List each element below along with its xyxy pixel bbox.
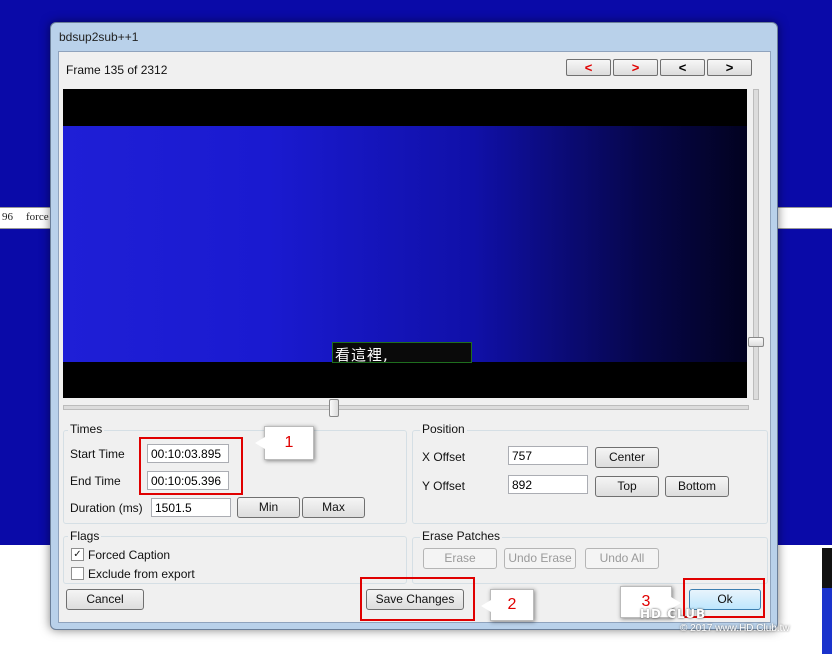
start-time-label: Start Time [70, 447, 125, 461]
undo-all-button[interactable]: Undo All [585, 548, 659, 569]
background-row-number: 96 [2, 211, 13, 223]
forced-caption-label: Forced Caption [88, 548, 171, 562]
preview-background [63, 126, 747, 362]
subtitle-text: 看這裡, [335, 346, 389, 364]
watermark-text: © 2017 www.HD.Club.tw [680, 623, 790, 634]
x-offset-field[interactable] [508, 446, 588, 465]
window-title: bdsup2sub++1 [59, 30, 139, 44]
watermark-logo: HD CLUB [640, 607, 707, 621]
forced-caption-checkbox[interactable]: ✓ [71, 548, 84, 561]
frame-label: Frame 135 of 2312 [66, 63, 168, 77]
background-row-text: force [26, 211, 49, 223]
top-button[interactable]: Top [595, 476, 659, 497]
vertical-position-slider[interactable] [753, 89, 759, 400]
y-offset-field[interactable] [508, 475, 588, 494]
position-group-label: Position [420, 422, 467, 436]
callout-1: 1 [255, 426, 314, 460]
cancel-button[interactable]: Cancel [66, 589, 144, 610]
title-bar[interactable]: bdsup2sub++1 [51, 23, 777, 51]
subtitle-bitmap: 看這裡, [332, 342, 472, 364]
duration-field[interactable] [151, 498, 231, 517]
save-changes-highlight-box [360, 577, 475, 621]
exclude-export-label: Exclude from export [88, 567, 195, 581]
vertical-slider-thumb[interactable] [748, 337, 764, 347]
x-offset-label: X Offset [422, 450, 466, 464]
prev-frame-button[interactable]: < [660, 59, 705, 76]
undo-erase-button[interactable]: Undo Erase [504, 548, 576, 569]
times-highlight-box [139, 437, 243, 495]
min-duration-button[interactable]: Min [237, 497, 300, 518]
times-group-label: Times [68, 422, 105, 436]
end-time-label: End Time [70, 474, 121, 488]
erase-button[interactable]: Erase [423, 548, 497, 569]
subtitle-preview: 看這裡, [63, 89, 747, 398]
next-frame-button[interactable]: > [707, 59, 752, 76]
prev-subtitle-button[interactable]: < [566, 59, 611, 76]
flags-group-label: Flags [68, 529, 102, 543]
background-edge [822, 588, 832, 654]
background-scrollbar [822, 548, 832, 588]
edit-dialog-window: bdsup2sub++1 Frame 135 of 2312 < > < > 看… [50, 22, 778, 630]
horizontal-position-slider[interactable] [63, 405, 749, 410]
bottom-button[interactable]: Bottom [665, 476, 729, 497]
next-subtitle-button[interactable]: > [613, 59, 658, 76]
duration-label: Duration (ms) [70, 501, 143, 515]
center-button[interactable]: Center [595, 447, 659, 468]
y-offset-label: Y Offset [422, 479, 465, 493]
erase-patches-group-label: Erase Patches [420, 529, 503, 543]
horizontal-slider-thumb[interactable] [329, 399, 339, 417]
dialog-client-area: Frame 135 of 2312 < > < > 看這裡, Times Sta… [58, 51, 771, 623]
callout-2: 2 [481, 589, 534, 621]
max-duration-button[interactable]: Max [302, 497, 365, 518]
exclude-export-checkbox[interactable] [71, 567, 84, 580]
